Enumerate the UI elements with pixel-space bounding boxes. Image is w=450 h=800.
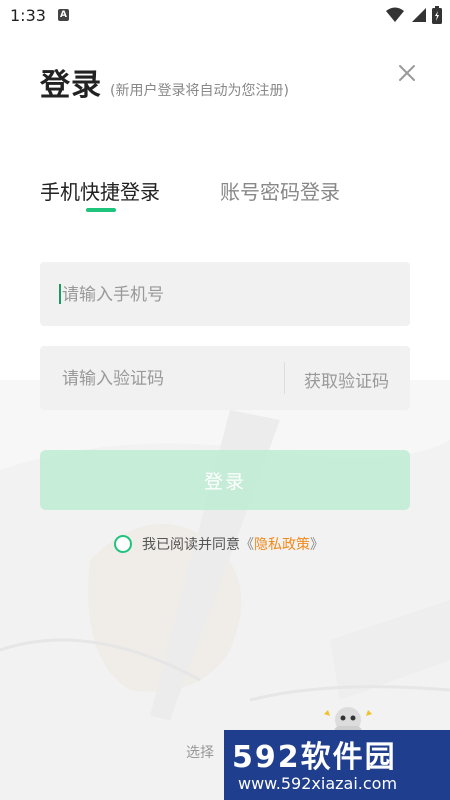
agreement-text: 我已阅读并同意: [142, 537, 240, 553]
get-code-button[interactable]: 获取验证码: [304, 367, 389, 392]
phone-input[interactable]: [60, 262, 394, 328]
status-time: 1:33: [10, 6, 46, 25]
watermark-logo: 592软件园: [232, 740, 397, 775]
status-icons: [386, 6, 442, 24]
active-tab-indicator: [86, 208, 116, 212]
site-watermark: 592软件园 www.592xiazai.com: [224, 730, 450, 800]
verification-code-input[interactable]: [60, 346, 284, 412]
login-button[interactable]: 登录: [40, 450, 410, 510]
phone-field-container: [40, 262, 410, 328]
signal-icon: [412, 8, 426, 22]
tab-quick-login[interactable]: 手机快捷登录: [40, 176, 160, 205]
agreement-row: 我已阅读并同意 《 隐私政策 》: [114, 534, 324, 554]
close-icon[interactable]: [396, 62, 418, 84]
policy-close-quote: 》: [310, 537, 324, 553]
title-row: 登录 (新用户登录将自动为您注册): [40, 60, 289, 104]
code-field-container: 获取验证码: [40, 346, 410, 412]
tab-password-login[interactable]: 账号密码登录: [220, 176, 340, 205]
wifi-icon: [386, 7, 404, 22]
page-subtitle: (新用户登录将自动为您注册): [110, 83, 289, 99]
code-divider: [284, 362, 285, 394]
agree-checkbox[interactable]: [114, 535, 132, 553]
text-cursor: [59, 284, 61, 304]
notification-a-icon: A: [58, 9, 69, 21]
login-tabs: 手机快捷登录 账号密码登录: [40, 176, 420, 216]
watermark-url: www.592xiazai.com: [238, 774, 398, 793]
policy-open-quote: 《: [240, 537, 254, 553]
other-login-text[interactable]: 选择: [186, 742, 214, 762]
battery-icon: [432, 6, 442, 24]
privacy-policy-link[interactable]: 隐私政策: [254, 534, 310, 554]
page-title: 登录: [40, 68, 102, 103]
status-bar: 1:33 A: [0, 0, 450, 30]
